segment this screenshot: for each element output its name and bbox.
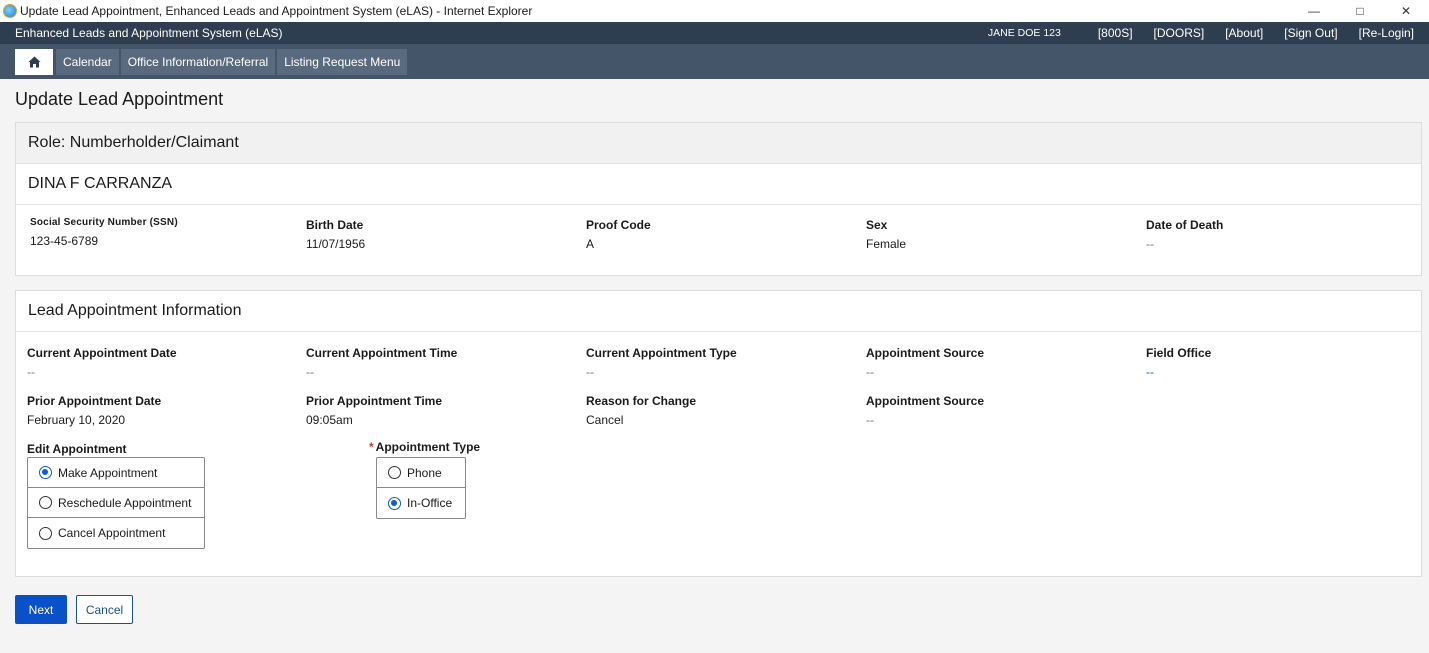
field-label: Appointment Source <box>866 394 985 408</box>
minimize-icon[interactable]: — <box>1291 0 1337 22</box>
radio-cancel-appointment[interactable]: Cancel Appointment <box>28 518 204 548</box>
field-value: -- <box>1146 237 1154 251</box>
field-label: Proof Code <box>586 218 651 232</box>
person-card: Role: Numberholder/Claimant DINA F CARRA… <box>15 122 1422 276</box>
field-prior-appointment-source: Appointment Source -- <box>866 394 984 427</box>
field-label: Reason for Change <box>586 394 697 408</box>
field-reason-for-change: Reason for Change Cancel <box>586 394 696 427</box>
appointment-type-label-wrap: * Appointment Type <box>369 440 480 454</box>
field-value: -- <box>27 365 35 379</box>
header-link-doors[interactable]: [DOORS] <box>1154 26 1205 40</box>
window-title-bar: Update Lead Appointment, Enhanced Leads … <box>0 0 1429 22</box>
field-current-appointment-source: Appointment Source -- <box>866 346 984 379</box>
required-marker: * <box>369 440 374 454</box>
field-label: Current Appointment Time <box>306 346 458 360</box>
radio-label: Phone <box>407 465 442 480</box>
field-value: Cancel <box>586 413 624 427</box>
field-value: Female <box>866 237 907 251</box>
restore-icon[interactable]: □ <box>1337 0 1383 22</box>
field-label: Social Security Number (SSN) <box>30 217 178 228</box>
appointment-type-label-text: Appointment Type <box>375 440 481 454</box>
radio-label: In-Office <box>407 496 453 510</box>
field-value: 09:05am <box>306 413 353 427</box>
nav-item-listing-request-menu[interactable]: Listing Request Menu <box>277 48 408 75</box>
field-date-of-death: Date of Death -- <box>1146 218 1223 251</box>
field-value: 123-45-6789 <box>30 234 99 248</box>
app-header: Enhanced Leads and Appointment System (e… <box>0 22 1429 44</box>
radio-phone[interactable]: Phone <box>377 458 465 488</box>
appointment-card-title: Lead Appointment Information <box>16 291 1421 332</box>
app-name: Enhanced Leads and Appointment System (e… <box>15 26 283 40</box>
next-button[interactable]: Next <box>15 595 67 624</box>
home-icon <box>28 56 40 67</box>
header-link-re-login[interactable]: [Re-Login] <box>1359 26 1414 40</box>
field-label: Current Appointment Date <box>27 346 177 360</box>
field-label: Prior Appointment Date <box>27 394 162 408</box>
field-value: A <box>586 237 595 251</box>
radio-unchecked-icon <box>388 466 401 479</box>
radio-label: Cancel Appointment <box>58 526 166 540</box>
window-controls: — □ ✕ <box>1291 0 1429 22</box>
field-value: -- <box>306 365 314 379</box>
field-office-link[interactable]: -- <box>1146 365 1211 379</box>
appointment-type-radio-group: Phone In-Office <box>376 457 466 519</box>
field-value: February 10, 2020 <box>27 413 126 427</box>
field-birth-date: Birth Date 11/07/1956 <box>306 218 365 251</box>
appointment-type-label: * Appointment Type <box>369 440 480 454</box>
field-sex: Sex Female <box>866 218 906 251</box>
radio-label: Reschedule Appointment <box>58 495 192 510</box>
field-ssn: Social Security Number (SSN) 123-45-6789 <box>30 217 178 248</box>
field-label: Field Office <box>1146 346 1212 360</box>
field-current-appointment-date: Current Appointment Date -- <box>27 346 177 379</box>
edit-appointment-label: Edit Appointment <box>27 442 127 456</box>
field-prior-appointment-time: Prior Appointment Time 09:05am <box>306 394 442 427</box>
nav-home-button[interactable] <box>15 48 53 75</box>
field-label: Appointment Source <box>866 346 985 360</box>
radio-make-appointment[interactable]: Make Appointment <box>28 458 204 488</box>
field-label: Sex <box>866 218 888 232</box>
user-name: JANE DOE 123 <box>987 27 1061 39</box>
radio-label: Make Appointment <box>58 465 158 480</box>
nav-item-office-information-referral[interactable]: Office Information/Referral <box>120 48 276 75</box>
header-link-about[interactable]: [About] <box>1225 26 1263 40</box>
field-prior-appointment-date: Prior Appointment Date February 10, 2020 <box>27 394 161 427</box>
field-value: -- <box>866 413 874 427</box>
field-current-appointment-time: Current Appointment Time -- <box>306 346 457 379</box>
internet-explorer-icon <box>3 4 17 18</box>
field-value: -- <box>866 365 874 379</box>
edit-appointment-radio-group: Make Appointment Reschedule Appointment … <box>27 457 205 549</box>
field-proof-code: Proof Code A <box>586 218 651 251</box>
field-label: Date of Death <box>1146 218 1224 232</box>
nav-bar: Calendar Office Information/Referral Lis… <box>0 44 1429 79</box>
nav-item-calendar[interactable]: Calendar <box>56 48 119 75</box>
field-current-appointment-type: Current Appointment Type -- <box>586 346 737 379</box>
page-title: Update Lead Appointment <box>15 89 224 109</box>
radio-unchecked-icon <box>39 526 52 540</box>
radio-in-office[interactable]: In-Office <box>377 488 465 518</box>
radio-checked-icon <box>388 496 401 510</box>
radio-reschedule-appointment[interactable]: Reschedule Appointment <box>28 488 204 518</box>
header-links: JANE DOE 123 [800S] [DOORS] [About] [Sig… <box>988 26 1414 40</box>
field-label: Current Appointment Type <box>586 346 737 360</box>
header-link-sign-out[interactable]: [Sign Out] <box>1284 26 1337 40</box>
radio-unchecked-icon <box>39 496 52 509</box>
field-value: 11/07/1956 <box>306 237 366 251</box>
appointment-card: Lead Appointment Information Current App… <box>15 290 1422 577</box>
field-label: Prior Appointment Time <box>306 394 443 408</box>
field-field-office: Field Office -- <box>1146 346 1211 379</box>
person-name: DINA F CARRANZA <box>16 164 1421 205</box>
close-icon[interactable]: ✕ <box>1383 0 1429 22</box>
header-link-800s[interactable]: [800S] <box>1098 26 1133 40</box>
field-label: Birth Date <box>306 218 364 232</box>
window-title: Update Lead Appointment, Enhanced Leads … <box>20 4 533 18</box>
radio-checked-icon <box>39 466 52 479</box>
edit-appointment-label-wrap: Edit Appointment <box>27 442 127 456</box>
field-value: -- <box>586 365 594 379</box>
cancel-button[interactable]: Cancel <box>76 595 133 624</box>
role-heading: Role: Numberholder/Claimant <box>16 123 1421 164</box>
